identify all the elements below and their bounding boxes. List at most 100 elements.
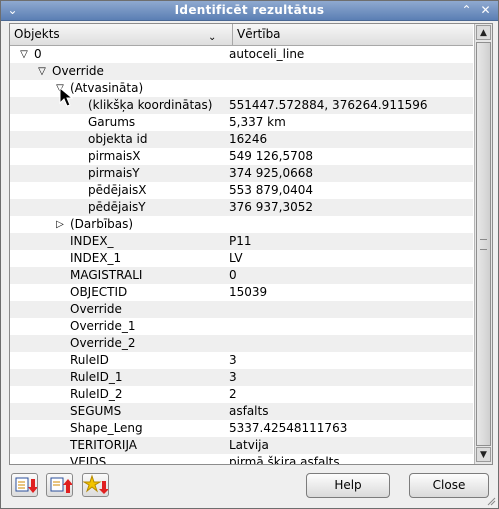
tree-row[interactable]: ▽(Atvasināta) bbox=[10, 80, 473, 97]
tree-row[interactable]: SEGUMS asfalts bbox=[10, 403, 473, 420]
help-button[interactable]: Help bbox=[306, 473, 390, 498]
row-name: objekta id bbox=[88, 132, 148, 146]
close-button[interactable]: Close bbox=[409, 473, 489, 498]
identify-results-window: ⌄ Identificēt rezultātus ⌃ ✕ Objekts ⌄ V… bbox=[0, 0, 499, 509]
row-value: 374 925,0668 bbox=[229, 166, 313, 180]
shade-icon[interactable]: ⌃ bbox=[459, 3, 474, 18]
vertical-scrollbar[interactable]: ▲ ▼ bbox=[474, 24, 492, 464]
row-name: pirmaisY bbox=[88, 166, 140, 180]
row-value: pirmā šķira asfalts bbox=[229, 455, 340, 464]
title-bar[interactable]: ⌄ Identificēt rezultātus ⌃ ✕ bbox=[1, 1, 498, 21]
row-value: 551447.572884, 376264.911596 bbox=[229, 98, 428, 112]
row-name: INDEX_ bbox=[70, 234, 114, 248]
tree-row[interactable]: INDEX_ P11 bbox=[10, 233, 473, 250]
row-name: TERITORIJA bbox=[70, 438, 137, 452]
row-name: Override_2 bbox=[70, 336, 136, 350]
tree-row[interactable]: OBJECTID 15039 bbox=[10, 284, 473, 301]
tree-row[interactable]: Shape_Leng 5337.42548111763 bbox=[10, 420, 473, 437]
tree-row[interactable]: Override_1 bbox=[10, 318, 473, 335]
tree-row[interactable]: pēdējaisX 553 879,0404 bbox=[10, 182, 473, 199]
expand-tree-icon bbox=[15, 477, 38, 493]
tree-row[interactable]: Garums 5,337 km bbox=[10, 114, 473, 131]
help-button-label: Help bbox=[334, 478, 362, 492]
window-title: Identificēt rezultātus bbox=[174, 3, 325, 17]
tree-row[interactable]: objekta id 16246 bbox=[10, 131, 473, 148]
row-value: P11 bbox=[229, 234, 252, 248]
row-name: RuleID_2 bbox=[70, 387, 123, 401]
row-value: 0 bbox=[229, 268, 237, 282]
tree-row[interactable]: Override_2 bbox=[10, 335, 473, 352]
expand-all-button[interactable] bbox=[11, 473, 38, 497]
row-name: Shape_Leng bbox=[70, 421, 143, 435]
tree-row[interactable]: ▽ 0 autoceli_line bbox=[10, 46, 473, 63]
tree-row[interactable]: MAGISTRALI 0 bbox=[10, 267, 473, 284]
expand-new-button[interactable] bbox=[82, 473, 109, 497]
collapse-all-button[interactable] bbox=[46, 473, 73, 497]
tree-row[interactable]: RuleID_2 2 bbox=[10, 386, 473, 403]
row-value: 16246 bbox=[229, 132, 268, 146]
row-value: Latvija bbox=[229, 438, 269, 452]
row-value: LV bbox=[229, 251, 243, 265]
column-header-object[interactable]: Objekts ⌄ bbox=[10, 24, 233, 45]
row-name: VEIDS bbox=[70, 455, 107, 464]
row-name: Garums bbox=[88, 115, 136, 129]
row-value: 376 937,3052 bbox=[229, 200, 313, 214]
row-name: (Atvasināta) bbox=[70, 81, 144, 95]
row-name: RuleID_1 bbox=[70, 370, 123, 384]
row-name: (klikšķa koordinātas) bbox=[88, 98, 213, 112]
close-button-label: Close bbox=[432, 478, 466, 492]
tree-row[interactable]: ▽ Override bbox=[10, 63, 473, 80]
tree-row[interactable]: pēdējaisY 376 937,3052 bbox=[10, 199, 473, 216]
row-value: 549 126,5708 bbox=[229, 149, 313, 163]
tree-row[interactable]: (klikšķa koordinātas) 551447.572884, 3762… bbox=[10, 97, 473, 114]
collapse-tree-icon bbox=[50, 477, 73, 493]
tree-rows: ▽ 0 autoceli_line ▽ Override ▽(Atvasināta)(kl… bbox=[10, 46, 473, 464]
row-name: RuleID bbox=[70, 353, 109, 367]
tree-row[interactable]: TERITORIJA Latvija bbox=[10, 437, 473, 454]
row-value: 553 879,0404 bbox=[229, 183, 313, 197]
expand-arrow-icon[interactable]: ▷ bbox=[54, 216, 66, 233]
row-name: (Darbības) bbox=[70, 217, 134, 231]
tree-row[interactable]: pirmaisX 549 126,5708 bbox=[10, 148, 473, 165]
scroll-thumb[interactable] bbox=[476, 42, 491, 446]
tree-row[interactable]: RuleID_1 3 bbox=[10, 369, 473, 386]
tree-row[interactable]: VEIDS pirmā šķira asfalts bbox=[10, 454, 473, 464]
row-name: 0 bbox=[34, 47, 42, 61]
collapse-arrow-icon[interactable]: ▽ bbox=[18, 46, 30, 63]
tree-row[interactable]: RuleID 3 bbox=[10, 352, 473, 369]
resize-grip-icon[interactable] bbox=[486, 496, 496, 506]
row-name: INDEX_1 bbox=[70, 251, 122, 265]
row-name: pēdējaisX bbox=[88, 183, 147, 197]
mouse-cursor-icon bbox=[59, 87, 73, 107]
row-value: asfalts bbox=[229, 404, 269, 418]
scroll-down-icon[interactable]: ▼ bbox=[476, 447, 491, 462]
row-value: 5,337 km bbox=[229, 115, 286, 129]
row-value: 2 bbox=[229, 387, 237, 401]
row-name: MAGISTRALI bbox=[70, 268, 143, 282]
row-name: Override_1 bbox=[70, 319, 136, 333]
results-tree[interactable]: Objekts ⌄ Vērtība ▽ 0 autoceli_line ▽ Overri… bbox=[9, 23, 493, 465]
close-window-icon[interactable]: ✕ bbox=[478, 3, 493, 18]
row-value: 5337.42548111763 bbox=[229, 421, 348, 435]
row-name: Override bbox=[52, 64, 104, 78]
row-value: 3 bbox=[229, 353, 237, 367]
row-name: pirmaisX bbox=[88, 149, 141, 163]
row-value: 3 bbox=[229, 370, 237, 384]
row-value: 15039 bbox=[229, 285, 268, 299]
row-name: OBJECTID bbox=[70, 285, 128, 299]
tree-row[interactable]: INDEX_1 LV bbox=[10, 250, 473, 267]
scroll-up-icon[interactable]: ▲ bbox=[476, 25, 491, 40]
tree-row[interactable]: ▷ (Darbības) bbox=[10, 216, 473, 233]
row-name: pēdējaisY bbox=[88, 200, 146, 214]
row-name: Override bbox=[70, 302, 122, 316]
row-value: autoceli_line bbox=[229, 47, 305, 61]
row-name: SEGUMS bbox=[70, 404, 122, 418]
tree-row[interactable]: Override bbox=[10, 301, 473, 318]
column-value-label: Vērtība bbox=[237, 27, 281, 41]
collapse-arrow-icon[interactable]: ▽ bbox=[36, 63, 48, 80]
chevron-down-icon: ⌄ bbox=[208, 32, 217, 43]
tree-row[interactable]: pirmaisY 374 925,0668 bbox=[10, 165, 473, 182]
tree-header: Objekts ⌄ Vērtība bbox=[10, 24, 473, 46]
column-header-value[interactable]: Vērtība bbox=[233, 24, 473, 45]
star-expand-icon bbox=[82, 474, 109, 494]
